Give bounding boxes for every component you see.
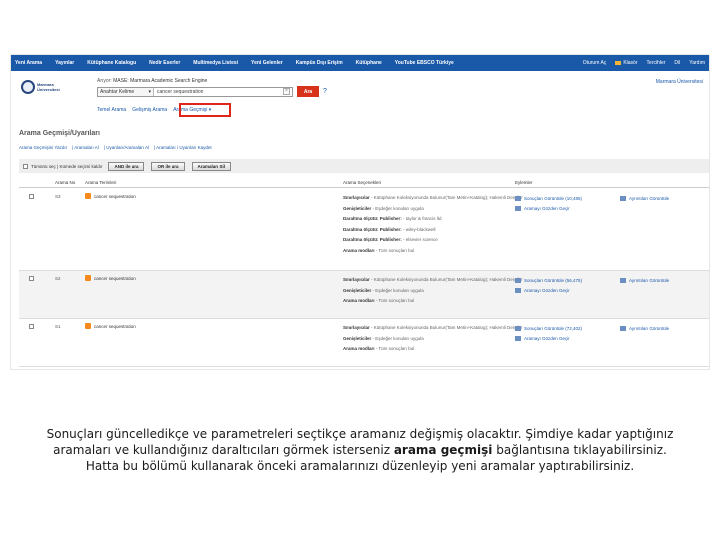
details-icon xyxy=(620,277,626,283)
caption-line-1: Sonuçları güncelledikçe ve parametreleri… xyxy=(46,427,674,441)
caption-line-3: Hatta bu bölümü kullanarak önceki aramal… xyxy=(85,459,635,473)
view-results-link[interactable]: Sonuçları Görüntüle (56,475) xyxy=(515,275,582,286)
results-icon xyxy=(515,325,521,331)
search-box: Anahtar Kelime ▾ cancer sequestration × xyxy=(97,86,293,97)
search-with-or-button[interactable]: OR ile ara xyxy=(151,161,185,171)
search-options: Sınırlayıcılar - Kütüphane Koleksiyonund… xyxy=(343,325,523,351)
search-with-and-button[interactable]: AND ile ara xyxy=(108,161,145,171)
clear-icon[interactable]: × xyxy=(283,88,290,95)
search-options: Sınırlayıcılar - Kütüphane Koleksiyonund… xyxy=(343,277,523,303)
rss-icon[interactable] xyxy=(85,193,91,199)
retrieve-alerts-link[interactable]: Uyarıları/Aramaları Al xyxy=(106,145,149,150)
field-select[interactable]: Anahtar Kelime ▾ xyxy=(98,87,154,96)
revise-search-link[interactable]: Aramayı Gözden Geçir xyxy=(515,286,582,297)
nav-youtube[interactable]: YouTube EBSCO Türkiye xyxy=(395,60,454,66)
screenshot-frame: Yeni Arama Yayınlar Kütüphane Katalogu N… xyxy=(10,54,710,370)
rss-icon[interactable] xyxy=(85,323,91,329)
results-icon xyxy=(515,195,521,201)
top-navigation: Yeni Arama Yayınlar Kütüphane Katalogu N… xyxy=(11,55,709,71)
search-term[interactable]: cancer sequestration xyxy=(94,194,136,199)
view-results-link[interactable]: Sonuçları Görüntüle (72,402) xyxy=(515,323,582,334)
details-icon xyxy=(620,195,626,201)
view-details-link[interactable]: Ayrıntıları Görüntüle xyxy=(620,275,669,286)
search-input[interactable]: cancer sequestration xyxy=(154,89,283,95)
revise-search-link[interactable]: Aramayı Gözden Geçir xyxy=(515,334,582,345)
caption-line-2: aramaları ve kullandığınız daraltıcıları… xyxy=(53,443,667,457)
table-row: S1 cancer sequestration Sınırlayıcılar -… xyxy=(19,319,709,367)
print-history-link[interactable]: Arama Geçmişini Yazdır xyxy=(19,145,67,150)
edit-icon xyxy=(515,206,521,212)
save-searches-link[interactable]: Aramaları / Uyarıları Kaydet xyxy=(156,145,212,150)
search-options: Sınırlayıcılar - Kütüphane Koleksiyonund… xyxy=(343,195,523,253)
top-nav-right: Oturum Aç Klasör Tercihler Dil Yardım xyxy=(574,60,705,66)
basic-search-link[interactable]: Temel Arama xyxy=(97,107,126,113)
table-row: S2 cancer sequestration Sınırlayıcılar -… xyxy=(19,271,709,319)
help-link[interactable]: Yardım xyxy=(689,60,705,66)
search-id: S1 xyxy=(55,324,61,329)
slide-caption: Sonuçları güncelledikçe ve parametreleri… xyxy=(0,426,720,474)
nav-multimedia[interactable]: Multimedya Listesi xyxy=(193,60,238,66)
chevron-down-icon: ▾ xyxy=(148,88,151,95)
col-search-id: Arama No xyxy=(55,180,76,185)
advanced-search-link[interactable]: Gelişmiş Arama xyxy=(132,107,167,113)
nav-rare-works[interactable]: Nedir Eserler xyxy=(149,60,180,66)
preferences-link[interactable]: Tercihler xyxy=(647,60,666,66)
sign-in-link[interactable]: Oturum Aç xyxy=(583,60,607,66)
row-checkbox[interactable] xyxy=(29,276,34,281)
search-button[interactable]: Ara xyxy=(297,86,319,97)
col-actions: Eylemler xyxy=(515,180,533,185)
search-id: S2 xyxy=(55,276,61,281)
rss-icon[interactable] xyxy=(85,275,91,281)
nav-publications[interactable]: Yayınlar xyxy=(55,60,74,66)
search-term[interactable]: cancer sequestration xyxy=(94,324,136,329)
nav-offcampus[interactable]: Kampüs Dışı Erişim xyxy=(296,60,343,66)
select-all-checkbox[interactable] xyxy=(23,163,28,169)
seal-icon xyxy=(21,80,35,94)
page-title: Arama Geçmişi/Uyarıları xyxy=(19,130,100,137)
details-icon xyxy=(620,325,626,331)
edit-icon xyxy=(515,288,521,294)
database-label: Arıyor: MASE: Marmara Academic Search En… xyxy=(97,78,208,84)
help-icon[interactable]: ? xyxy=(323,88,327,95)
history-toolbar: Tümünü seç | Kümede seçimi kaldır AND il… xyxy=(19,159,709,173)
caption-emphasis: arama geçmişi xyxy=(393,443,493,457)
edit-icon xyxy=(515,336,521,342)
history-actions: Arama Geçmişini Yazdır | Aramaları Al | Uy… xyxy=(19,145,212,150)
university-logo[interactable]: Marmara Üniversitesi xyxy=(21,77,67,97)
row-checkbox[interactable] xyxy=(29,324,34,329)
search-row: Anahtar Kelime ▾ cancer sequestration × … xyxy=(97,86,327,97)
table-header: Arama No Arama Terimleri Arama Seçenekle… xyxy=(19,178,709,188)
table-row: S3 cancer sequestration Sınırlayıcılar -… xyxy=(19,189,709,271)
nav-library[interactable]: Kütüphane xyxy=(356,60,382,66)
row-checkbox[interactable] xyxy=(29,194,34,199)
institution-name: Marmara Üniversitesi xyxy=(655,79,703,85)
results-icon xyxy=(515,277,521,283)
deselect-link[interactable]: Kümede seçimi kaldır xyxy=(59,164,102,169)
search-term[interactable]: cancer sequestration xyxy=(94,276,136,281)
folder-link[interactable]: Klasör xyxy=(615,60,638,66)
folder-icon xyxy=(615,60,622,65)
col-search-terms: Arama Terimleri xyxy=(85,180,117,185)
retrieve-searches-link[interactable]: Aramaları Al xyxy=(74,145,99,150)
nav-library-catalog[interactable]: Kütüphane Katalogu xyxy=(87,60,136,66)
revise-search-link[interactable]: Aramayı Gözden Geçir xyxy=(515,204,582,215)
search-history-highlight xyxy=(179,103,231,117)
nav-new-arrivals[interactable]: Yeni Gelenler xyxy=(251,60,283,66)
view-details-link[interactable]: Ayrıntıları Görüntüle xyxy=(620,193,669,204)
database-name[interactable]: MASE: Marmara Academic Search Engine xyxy=(113,78,207,84)
col-search-options: Arama Seçenekleri xyxy=(343,180,382,185)
view-results-link[interactable]: Sonuçları Görüntüle (10,485) xyxy=(515,193,582,204)
language-link[interactable]: Dil xyxy=(674,60,680,66)
view-details-link[interactable]: Ayrıntıları Görüntüle xyxy=(620,323,669,334)
nav-new-search[interactable]: Yeni Arama xyxy=(15,60,42,66)
delete-searches-button[interactable]: Aramaları Sil xyxy=(191,161,232,171)
search-id: S3 xyxy=(55,194,61,199)
